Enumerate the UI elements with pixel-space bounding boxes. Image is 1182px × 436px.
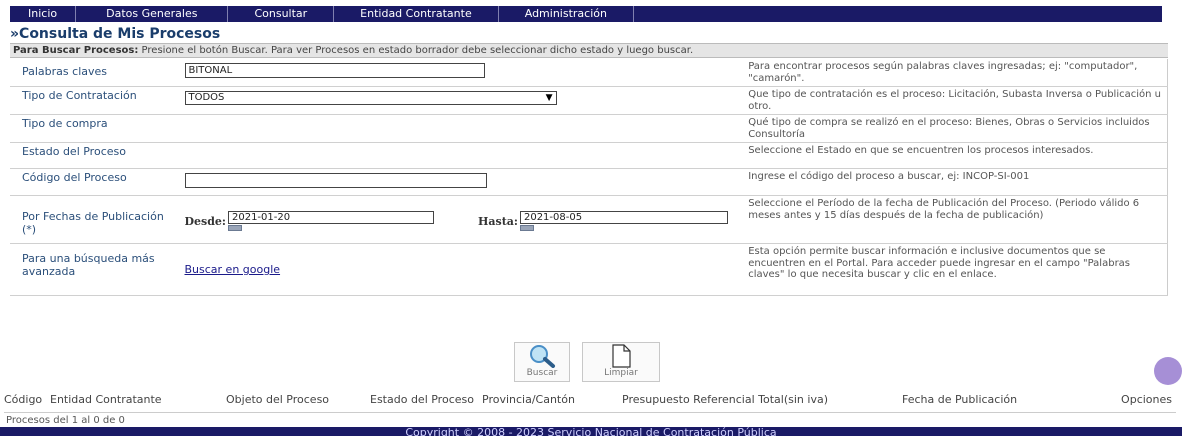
process-code-input[interactable] <box>184 173 487 188</box>
row-process-state: Estado del Proceso Seleccione el Estado … <box>10 142 1169 169</box>
results-table-header: Código Entidad Contratante Objeto del Pr… <box>4 386 1176 413</box>
advanced-help: Esta opción permite buscar información e… <box>744 243 1169 296</box>
col-objeto: Objeto del Proceso <box>226 392 330 406</box>
action-buttons: Buscar Limpiar <box>514 342 660 382</box>
col-codigo: Código <box>4 392 43 406</box>
purchase-type-label: Tipo de compra <box>10 114 181 143</box>
contract-type-select[interactable]: TODOS ▼ <box>184 91 557 105</box>
to-date-input[interactable]: 2021-08-05 <box>519 211 728 224</box>
nav-datos-generales[interactable]: Datos Generales <box>76 6 229 22</box>
keywords-input[interactable]: BITONAL <box>184 63 485 78</box>
col-entidad: Entidad Contratante <box>50 392 162 406</box>
magnifier-icon <box>530 345 555 368</box>
dates-help: Seleccione el Período de la fecha de Pub… <box>744 195 1169 244</box>
dates-label: Por Fechas de Publicación (*) <box>10 195 181 244</box>
col-provincia: Provincia/Cantón <box>482 392 575 406</box>
footer: Copyright © 2008 - 2023 Servicio Naciona… <box>0 427 1182 436</box>
keywords-help: Para encontrar procesos según palabras c… <box>744 59 1169 87</box>
col-presupuesto: Presupuesto Referencial Total(sin iva) <box>622 392 828 406</box>
nav-entidad-contratante[interactable]: Entidad Contratante <box>334 6 499 22</box>
chevron-down-icon: ▼ <box>545 93 553 103</box>
from-date-input[interactable]: 2021-01-20 <box>227 211 434 224</box>
clear-button-label: Limpiar <box>604 368 638 378</box>
to-label: Hasta: <box>477 215 518 228</box>
calendar-icon[interactable] <box>227 225 242 231</box>
contract-type-value: TODOS <box>188 92 225 103</box>
instructions-text: Presione el botón Buscar. Para ver Proce… <box>138 45 694 56</box>
nav-inicio[interactable]: Inicio <box>10 6 77 22</box>
nav-consultar[interactable]: Consultar <box>228 6 335 22</box>
col-estado: Estado del Proceso <box>370 392 474 406</box>
page-title: »Consulta de Mis Procesos <box>10 26 221 42</box>
contract-type-help: Que tipo de contratación es el proceso: … <box>744 86 1169 115</box>
process-code-help: Ingrese el código del proceso a buscar, … <box>744 168 1169 196</box>
results-count: Procesos del 1 al 0 de 0 <box>6 415 125 426</box>
row-process-code: Código del Proceso Ingrese el código del… <box>10 168 1169 196</box>
calendar-icon[interactable] <box>519 225 534 231</box>
google-search-link[interactable]: Buscar en google <box>185 263 281 276</box>
col-opciones: Opciones <box>1121 392 1172 406</box>
keywords-label: Palabras claves <box>10 59 181 87</box>
nav-administracion[interactable]: Administración <box>499 6 634 22</box>
search-form: Palabras claves BITONAL Para encontrar p… <box>10 59 1169 296</box>
row-purchase-type: Tipo de compra Qué tipo de compra se rea… <box>10 114 1169 143</box>
process-code-label: Código del Proceso <box>10 168 181 196</box>
col-fecha: Fecha de Publicación <box>902 392 1018 406</box>
row-keywords: Palabras claves BITONAL Para encontrar p… <box>10 59 1169 87</box>
from-label: Desde: <box>184 215 226 228</box>
clear-button[interactable]: Limpiar <box>582 342 660 382</box>
accessibility-icon[interactable] <box>1154 357 1182 385</box>
instructions-bar: Para Buscar Procesos: Presione el botón … <box>10 43 1168 58</box>
row-advanced: Para una búsqueda más avanzada Buscar en… <box>10 243 1169 296</box>
search-button-label: Buscar <box>526 368 558 378</box>
row-dates: Por Fechas de Publicación (*) Desde: 202… <box>10 195 1169 244</box>
purchase-type-help: Qué tipo de compra se realizó en el proc… <box>744 114 1169 143</box>
row-contract-type: Tipo de Contratación TODOS ▼ Que tipo de… <box>10 86 1169 115</box>
instructions-bold: Para Buscar Procesos: <box>13 45 139 56</box>
contract-type-label: Tipo de Contratación <box>10 86 181 115</box>
process-state-help: Seleccione el Estado en que se encuentre… <box>744 142 1169 169</box>
process-state-label: Estado del Proceso <box>10 142 181 169</box>
top-navigation: Inicio Datos Generales Consultar Entidad… <box>10 6 1162 22</box>
advanced-label: Para una búsqueda más avanzada <box>10 243 181 296</box>
footer-text: Copyright © 2008 - 2023 Servicio Naciona… <box>405 427 777 436</box>
blank-page-icon <box>612 344 631 368</box>
search-button[interactable]: Buscar <box>514 342 570 382</box>
